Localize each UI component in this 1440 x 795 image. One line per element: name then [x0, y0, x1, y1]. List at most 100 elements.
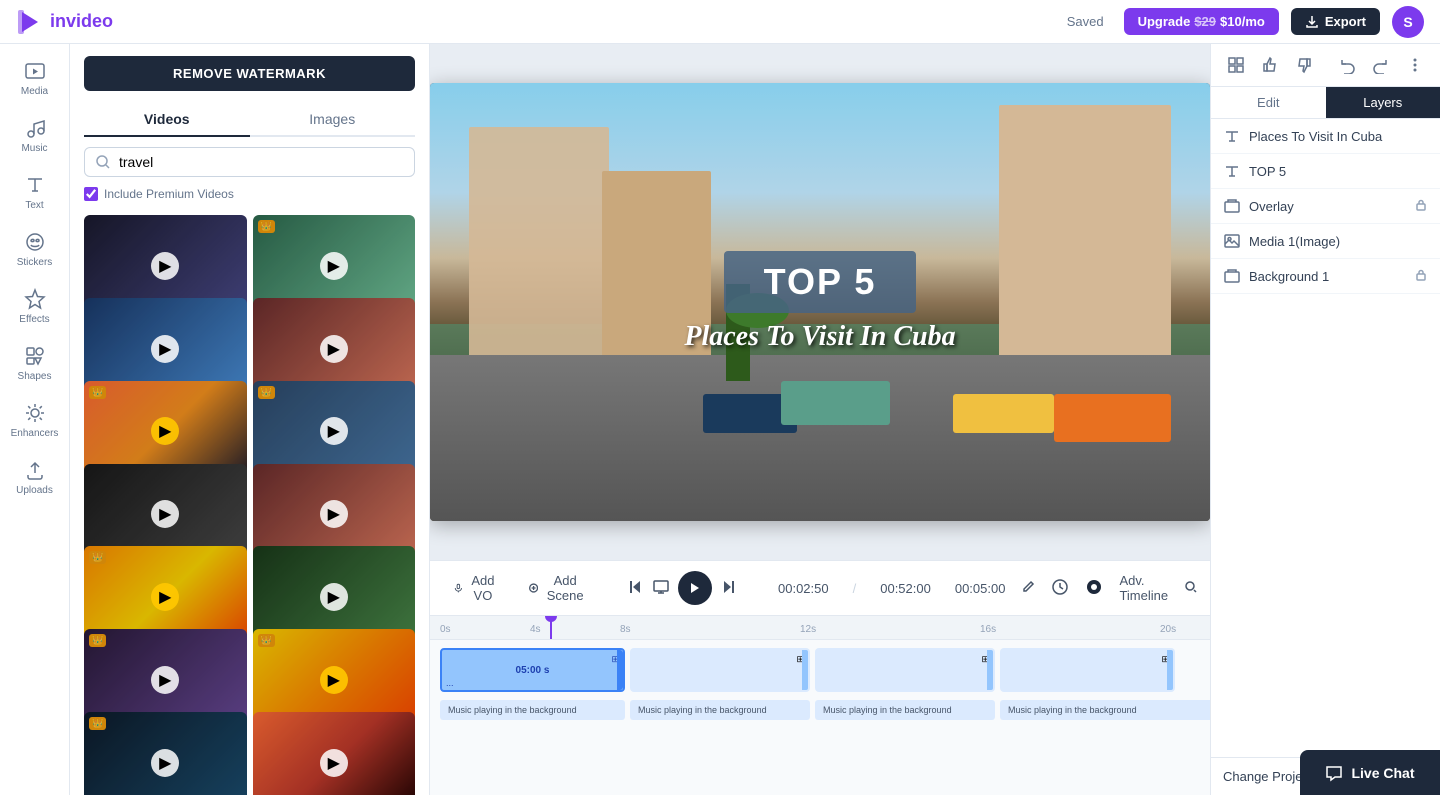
stickers-icon	[24, 231, 46, 253]
upgrade-old-price: $29	[1194, 14, 1216, 29]
thumb-down-button[interactable]	[1291, 52, 1317, 78]
subtitle-text: Places To Visit In Cuba	[684, 321, 955, 353]
lock-icon-overlay	[1414, 198, 1428, 215]
layer-media1-label: Media 1(Image)	[1249, 234, 1340, 249]
layer-top5[interactable]: TOP 5	[1211, 154, 1440, 189]
sidebar-item-music[interactable]: Music	[5, 109, 65, 162]
upgrade-button[interactable]: Upgrade $29 $10/mo	[1124, 8, 1279, 35]
layer-overlay-label: Overlay	[1249, 199, 1294, 214]
sidebar-item-text-label: Text	[25, 200, 43, 211]
edit-duration-button[interactable]	[1021, 580, 1035, 597]
lock-icon-bg1	[1414, 268, 1428, 285]
timeline-clip-4[interactable]: ⊞	[1000, 648, 1175, 692]
music-label-4: Music playing in the background	[1008, 705, 1137, 715]
clock-button[interactable]	[1051, 578, 1069, 599]
music-clip-3: Music playing in the background	[815, 700, 995, 720]
sidebar-item-stickers[interactable]: Stickers	[5, 223, 65, 276]
clip-resize-handle-3[interactable]	[987, 650, 993, 690]
clip-resize-handle-1[interactable]	[617, 650, 623, 690]
skip-back-button[interactable]	[626, 578, 644, 599]
grid-icon	[1227, 56, 1245, 74]
ruler-mark-4s: 4s	[530, 624, 541, 635]
timeline-clip-2[interactable]: ⊞	[630, 648, 810, 692]
timeline-clip-3[interactable]: ⊞	[815, 648, 995, 692]
layer-title[interactable]: Places To Visit In Cuba	[1211, 119, 1440, 154]
play-icon-main	[688, 581, 702, 595]
sidebar-item-enhancers[interactable]: Enhancers	[5, 394, 65, 447]
music-label-1: Music playing in the background	[448, 705, 577, 715]
text-layer-icon-2	[1223, 162, 1241, 180]
bg-layer-icon	[1223, 267, 1241, 285]
sidebar-item-uploads[interactable]: Uploads	[5, 451, 65, 504]
sidebar-item-text[interactable]: Text	[5, 166, 65, 219]
zoom-button[interactable]	[1184, 580, 1198, 597]
layer-bg1[interactable]: Background 1	[1211, 259, 1440, 294]
edit-icon	[1021, 580, 1035, 594]
ruler-mark-20s: 20s	[1160, 624, 1176, 635]
more-icon	[1406, 56, 1424, 74]
play-icon-5: ▶	[151, 417, 179, 445]
tab-images[interactable]: Images	[250, 103, 416, 137]
avatar[interactable]: S	[1392, 6, 1424, 38]
tab-layers[interactable]: Layers	[1326, 87, 1440, 118]
layer-media1[interactable]: Media 1(Image)	[1211, 224, 1440, 259]
layer-overlay[interactable]: Overlay	[1211, 189, 1440, 224]
upgrade-price: $10/mo	[1220, 14, 1265, 29]
ruler-mark-12s: 12s	[800, 624, 816, 635]
slideshow-button[interactable]	[652, 578, 670, 599]
live-chat-button[interactable]: Live Chat	[1300, 750, 1440, 795]
right-tabs: Edit Layers	[1211, 87, 1440, 119]
skip-forward-button[interactable]	[720, 578, 738, 599]
music-clip-2: Music playing in the background	[630, 700, 810, 720]
zoom-icon	[1184, 580, 1198, 594]
sidebar-item-effects[interactable]: Effects	[5, 280, 65, 333]
music-track-1: Music playing in the background Music pl…	[430, 698, 1210, 722]
undo-button[interactable]	[1334, 52, 1360, 78]
video-preview[interactable]: TOP 5 Places To Visit In Cuba	[430, 83, 1210, 521]
upgrade-label: Upgrade	[1138, 14, 1191, 29]
text-icon	[24, 174, 46, 196]
tab-edit[interactable]: Edit	[1211, 87, 1326, 118]
search-input[interactable]	[119, 154, 404, 170]
clock-icon	[1051, 578, 1069, 596]
remove-watermark-button[interactable]: REMOVE WATERMARK	[84, 56, 415, 91]
video-grid: ▶ 👑 ▶ ▶ ▶ 👑	[70, 209, 429, 795]
playhead[interactable]	[550, 616, 552, 639]
play-pause-button[interactable]	[678, 571, 712, 605]
sidebar-item-media[interactable]: Media	[5, 52, 65, 105]
thumb-up-button[interactable]	[1257, 52, 1283, 78]
record-button[interactable]	[1085, 578, 1103, 599]
timeline-clip-1[interactable]: ⊞ 05:00 s ...	[440, 648, 625, 692]
tab-videos[interactable]: Videos	[84, 103, 250, 137]
sidebar-item-shapes[interactable]: Shapes	[5, 337, 65, 390]
add-vo-button[interactable]: Add VO	[446, 569, 505, 607]
sidebar-item-music-label: Music	[21, 143, 47, 154]
playhead-handle	[545, 615, 557, 622]
logo[interactable]: invideo	[16, 8, 113, 36]
search-icon	[95, 154, 111, 170]
clip-resize-handle-2[interactable]	[802, 650, 808, 690]
media-tabs: Videos Images	[84, 103, 415, 137]
skip-forward-icon	[720, 578, 738, 596]
topbar: invideo Saved Upgrade $29 $10/mo Export …	[0, 0, 1440, 44]
adv-timeline-button[interactable]: Adv. Timeline	[1119, 573, 1168, 603]
redo-button[interactable]	[1368, 52, 1394, 78]
clip-resize-handle-4[interactable]	[1167, 650, 1173, 690]
plus-icon	[529, 581, 538, 595]
video-thumb-13[interactable]: 👑 ▶	[84, 712, 247, 795]
canvas-wrapper: TOP 5 Places To Visit In Cuba	[430, 44, 1210, 560]
video-thumb-14[interactable]: ▶	[253, 712, 416, 795]
grid-button[interactable]	[1223, 52, 1249, 78]
add-scene-button[interactable]: Add Scene	[521, 569, 594, 607]
play-icon-14: ▶	[320, 749, 348, 777]
playback-controls	[626, 571, 738, 605]
music-clip-1: Music playing in the background	[440, 700, 625, 720]
more-button[interactable]	[1402, 52, 1428, 78]
add-scene-label: Add Scene	[544, 573, 586, 603]
uploads-icon	[24, 459, 46, 481]
top5-box: TOP 5	[724, 251, 917, 313]
export-button[interactable]: Export	[1291, 8, 1380, 35]
timeline-area[interactable]: 0s 4s 8s 12s 16s 20s ⊞ 05:00 s ...	[430, 615, 1210, 795]
include-premium-checkbox[interactable]	[84, 187, 98, 201]
sidebar-item-effects-label: Effects	[19, 314, 49, 325]
